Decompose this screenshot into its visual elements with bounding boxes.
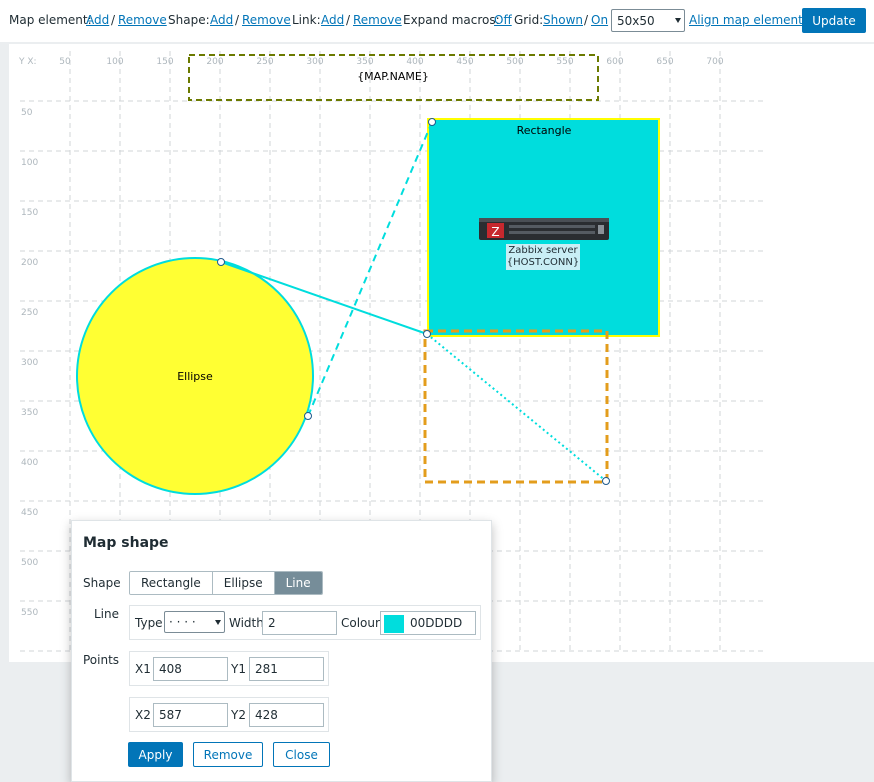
x2-label: X2 [135,708,151,722]
align-map-elements-link[interactable]: Align map elements [689,13,809,27]
point1-fieldset: X1 408 Y1 281 [129,651,329,686]
point2-fieldset: X2 587 Y2 428 [129,697,329,732]
x-axis-tick-label: 500 [506,57,523,67]
selection-box[interactable] [423,329,609,484]
server-icon[interactable]: Z [479,218,609,240]
y-axis-tick-label: 400 [21,458,38,468]
y-axis-tick-label: 100 [21,158,38,168]
ellipse-label: Ellipse [177,370,213,383]
y-axis-tick-label: 500 [21,558,38,568]
x-axis-tick-label: 50 [59,57,71,67]
host-label: Zabbix server {HOST.CONN} [506,244,580,270]
line-type-value: · · · · [169,615,196,629]
grid-on-toggle[interactable]: On [591,13,608,27]
y-axis-tick-label: 50 [21,108,33,118]
shape-option-line[interactable]: Line [274,572,322,594]
rectangle-label: Rectangle [517,124,572,137]
link-add-link[interactable]: Add [321,13,344,27]
apply-button[interactable]: Apply [128,742,183,767]
close-button[interactable]: Close [273,742,330,767]
x-axis-tick-label: 250 [256,57,273,67]
expand-macros-toggle[interactable]: Off [494,13,512,27]
y-axis-tick-label: 250 [21,308,38,318]
separator: / [584,13,589,27]
y-axis-tick-label: 550 [21,608,38,618]
line-handle[interactable] [423,330,431,338]
line-handle[interactable] [217,258,225,266]
shape-type-selector: Rectangle Ellipse Line [129,571,323,595]
host-name: Zabbix server [508,245,578,256]
line-type-select[interactable]: · · · · [164,611,225,633]
line-handle[interactable] [602,477,610,485]
y2-label: Y2 [231,708,246,722]
shape-option-rectangle[interactable]: Rectangle [130,572,213,594]
x-axis-tick-label: 100 [106,57,123,67]
line-width-input[interactable]: 2 [262,611,337,635]
link-remove-link[interactable]: Remove [353,13,402,27]
grid-size-value: 50x50 [617,14,655,28]
y-axis-tick-label: 300 [21,358,38,368]
dashed-line-shape[interactable] [307,121,433,417]
width-label: Width [229,616,264,630]
separator: / [346,13,351,27]
svg-text:Z: Z [491,225,499,239]
shape-remove-link[interactable]: Remove [242,13,291,27]
expand-macros-label: Expand macros: [403,13,500,27]
toolbar: Map element: Add / Remove Shape: Add / R… [0,0,874,42]
y-axis-tick-label: 450 [21,508,38,518]
x-axis-tick-label: 600 [606,57,623,67]
dialog-title: Map shape [83,535,169,551]
map-element-label: Map element: [9,13,92,27]
x2-input[interactable]: 587 [153,703,228,727]
shape-option-ellipse[interactable]: Ellipse [212,572,275,594]
grid-label: Grid: [514,13,544,27]
x-axis-tick-label: 150 [156,57,173,67]
shape-label: Shape [83,576,121,590]
chevron-down-icon [675,18,681,23]
x1-input[interactable]: 408 [153,657,228,681]
y-axis-tick-label: 350 [21,408,38,418]
shape-add-link[interactable]: Add [210,13,233,27]
colour-value: 00DDDD [410,616,463,630]
shape-label: Shape: [168,13,210,27]
x-axis-tick-label: 200 [206,57,223,67]
separator: / [235,13,240,27]
x-axis-tick-label: 650 [656,57,673,67]
x-axis-tick-label: 550 [556,57,573,67]
y2-input[interactable]: 428 [249,703,324,727]
colour-swatch[interactable] [384,615,404,633]
line-handle[interactable] [428,118,436,126]
map-element-remove-link[interactable]: Remove [118,13,167,27]
update-button[interactable]: Update [802,8,866,33]
y-axis-tick-label: 150 [21,208,38,218]
map-shape-dialog: Map shape Shape Rectangle Ellipse Line L… [71,520,492,782]
grid-shown-toggle[interactable]: Shown [543,13,583,27]
dotted-line-shape[interactable] [426,333,607,482]
x-axis-tick-label: 300 [306,57,323,67]
x-axis-tick-label: 450 [456,57,473,67]
grid-size-select[interactable]: 50x50 [611,9,685,32]
x-axis-tick-label: 700 [706,57,723,67]
line-fieldset: Type · · · · Width 2 Colour 00DDDD [129,605,481,640]
y-axis-tick-label: 200 [21,258,38,268]
x1-label: X1 [135,662,151,676]
x-axis-tick-label: 350 [356,57,373,67]
type-label: Type [135,616,163,630]
y1-label: Y1 [231,662,246,676]
chevron-down-icon [215,620,221,625]
y1-input[interactable]: 281 [249,657,324,681]
separator: / [111,13,116,27]
colour-input[interactable]: 00DDDD [380,611,476,635]
map-name-text: {MAP.NAME} [357,70,429,83]
host-conn: {HOST.CONN} [506,257,580,268]
line-handle[interactable] [304,412,312,420]
link-label: Link: [292,13,321,27]
line-label: Line [94,607,120,621]
axis-corner-label: Y X: [18,57,37,67]
x-axis-tick-label: 400 [406,57,423,67]
remove-button[interactable]: Remove [193,742,263,767]
colour-label: Colour [341,616,380,630]
points-label: Points [83,653,120,667]
map-element-add-link[interactable]: Add [86,13,109,27]
